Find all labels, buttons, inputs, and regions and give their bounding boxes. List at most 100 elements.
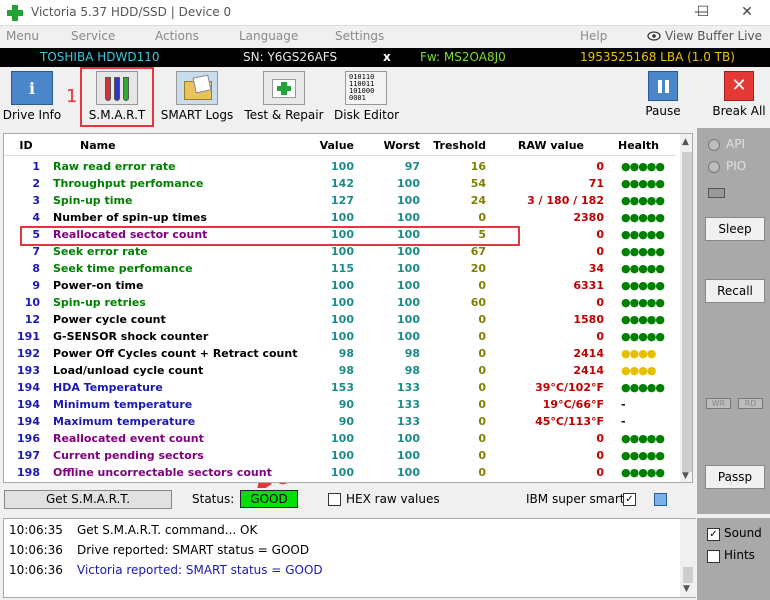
col-health[interactable]: Health <box>618 139 659 152</box>
get-smart-button[interactable]: Get S.M.A.R.T. <box>4 490 172 509</box>
cell-id: 194 <box>17 381 40 394</box>
cell-value: 100 <box>331 330 354 343</box>
log-scrollbar[interactable]: ▼ <box>680 519 696 597</box>
cell-health: ●●●● <box>621 347 656 360</box>
api-radio[interactable] <box>708 139 720 151</box>
cell-id: 191 <box>17 330 40 343</box>
cell-worst: 100 <box>397 177 420 190</box>
hex-raw-checkbox[interactable] <box>328 493 341 506</box>
log-scroll-thumb[interactable] <box>683 567 693 583</box>
table-scrollbar[interactable]: ▲ ▼ <box>680 134 692 482</box>
scroll-down-icon[interactable]: ▼ <box>682 471 689 481</box>
cell-health: - <box>621 398 625 411</box>
scroll-thumb[interactable] <box>682 152 692 472</box>
cell-threshold: 0 <box>478 364 486 377</box>
cell-name: Power-on time <box>53 279 144 292</box>
table-row[interactable]: 3 Spin-up time 127 100 24 3 / 180 / 182 ●●●●● <box>4 193 676 210</box>
status-badge: GOOD <box>240 490 298 508</box>
cell-raw: 0 <box>596 449 604 462</box>
passp-button[interactable]: Passp <box>705 465 765 489</box>
table-row[interactable]: 194 HDA Temperature 153 133 0 39°C/102°F ●●●●● <box>4 380 676 397</box>
table-row[interactable]: 194 Maximum temperature 90 133 0 45°C/113°F - <box>4 414 676 431</box>
pause-label: Pause <box>645 104 681 118</box>
cell-health: ●●●●● <box>621 381 665 394</box>
recall-button[interactable]: Recall <box>705 279 765 303</box>
table-row[interactable]: 198 Offline uncorrectable sectors count 10… <box>4 465 676 482</box>
scroll-up-icon[interactable]: ▲ <box>682 137 689 147</box>
cell-worst: 100 <box>397 296 420 309</box>
view-buffer-live[interactable]: View Buffer Live <box>647 29 762 43</box>
color-swatch[interactable] <box>654 493 667 506</box>
cell-worst: 98 <box>404 364 420 377</box>
log-scroll-down-icon[interactable]: ▼ <box>683 584 690 594</box>
table-row[interactable]: 8 Seek time perfomance 115 100 20 34 ●●●●● <box>4 261 676 278</box>
table-row[interactable]: 2 Throughput perfomance 142 100 54 71 ●●●●● <box>4 176 676 193</box>
col-value[interactable]: Value <box>294 139 354 152</box>
cell-name: Current pending sectors <box>53 449 204 462</box>
table-row[interactable]: 12 Power cycle count 100 100 0 1580 ●●●●● <box>4 312 676 329</box>
table-row[interactable]: 194 Minimum temperature 90 133 0 19°C/66°F - <box>4 397 676 414</box>
sleep-button[interactable]: Sleep <box>705 217 765 241</box>
table-row[interactable]: 191 G-SENSOR shock counter 100 100 0 0 ●●●●● <box>4 329 676 346</box>
table-row[interactable]: 9 Power-on time 100 100 0 6331 ●●●●● <box>4 278 676 295</box>
table-row[interactable]: 1 Raw read error rate 100 97 16 0 ●●●●● <box>4 159 676 176</box>
col-worst[interactable]: Worst <box>362 139 420 152</box>
cell-value: 98 <box>338 364 354 377</box>
table-row[interactable]: 192 Power Off Cycles count + Retract coun… <box>4 346 676 363</box>
cell-worst: 100 <box>397 279 420 292</box>
col-name[interactable]: Name <box>80 139 116 152</box>
table-row[interactable]: 193 Load/unload cycle count 98 98 0 2414 ●●●● <box>4 363 676 380</box>
break-all-button[interactable]: ✕ Break All <box>712 71 766 127</box>
cell-worst: 100 <box>397 313 420 326</box>
menu-actions[interactable]: Actions <box>155 29 199 43</box>
log-message: Victoria reported: SMART status = GOOD <box>77 563 323 577</box>
pio-radio[interactable] <box>708 161 720 173</box>
col-threshold[interactable]: Treshold <box>426 139 486 152</box>
menu-help[interactable]: Help <box>580 29 607 43</box>
cell-id: 194 <box>17 415 40 428</box>
cell-name: Seek time perfomance <box>53 262 193 275</box>
cell-raw: 0 <box>596 330 604 343</box>
table-row[interactable]: 197 Current pending sectors 100 100 0 0 ●●●●● <box>4 448 676 465</box>
cell-value: 127 <box>331 194 354 207</box>
status-label: Status: <box>192 492 235 506</box>
table-row[interactable]: 4 Number of spin-up times 100 100 0 2380 ●●●●● <box>4 210 676 227</box>
table-row[interactable]: 196 Reallocated event count 100 100 0 0 ●●●●● <box>4 431 676 448</box>
rd-indicator: RD <box>738 398 763 409</box>
cell-threshold: 60 <box>470 296 486 309</box>
test-repair-button[interactable]: Test & Repair <box>244 71 324 127</box>
cell-raw: 0 <box>596 245 604 258</box>
cell-worst: 100 <box>397 330 420 343</box>
close-button[interactable]: ✕ <box>724 0 770 26</box>
menu-settings[interactable]: Settings <box>335 29 384 43</box>
col-id[interactable]: ID <box>12 139 40 152</box>
cell-threshold: 0 <box>478 330 486 343</box>
maximize-button[interactable]: ☐ <box>680 0 726 26</box>
device-close[interactable]: x <box>383 50 391 64</box>
table-row[interactable]: 7 Seek error rate 100 100 67 0 ●●●●● <box>4 244 676 261</box>
table-row[interactable]: 10 Spin-up retries 100 100 60 0 ●●●●● <box>4 295 676 312</box>
cell-health: ●●●●● <box>621 466 665 479</box>
cell-threshold: 0 <box>478 279 486 292</box>
cell-id: 7 <box>32 245 40 258</box>
cell-value: 100 <box>331 466 354 479</box>
menu-language[interactable]: Language <box>239 29 298 43</box>
cell-worst: 133 <box>397 398 420 411</box>
menu-menu[interactable]: Menu <box>6 29 39 43</box>
hints-checkbox[interactable] <box>707 550 720 563</box>
ibm-super-checkbox[interactable]: ✓ <box>623 493 636 506</box>
smart-logs-button[interactable]: SMART Logs <box>160 71 234 127</box>
col-raw[interactable]: RAW value <box>494 139 584 152</box>
logs-folder-icon <box>176 71 218 105</box>
victoria-app-icon <box>7 5 23 21</box>
sound-checkbox[interactable]: ✓ <box>707 528 720 541</box>
pause-button[interactable]: Pause <box>636 71 690 127</box>
cell-health: ●●●●● <box>621 211 665 224</box>
binary-icon: 010110 110011 101000 0001 <box>345 71 387 105</box>
title-bar: Victoria 5.37 HDD/SSD | Device 0 — ☐ ✕ <box>0 0 770 26</box>
cell-threshold: 0 <box>478 381 486 394</box>
cell-value: 90 <box>338 415 354 428</box>
drive-info-button[interactable]: i Drive Info <box>2 71 62 127</box>
disk-editor-button[interactable]: 010110 110011 101000 0001 Disk Editor <box>334 71 399 127</box>
menu-service[interactable]: Service <box>71 29 115 43</box>
